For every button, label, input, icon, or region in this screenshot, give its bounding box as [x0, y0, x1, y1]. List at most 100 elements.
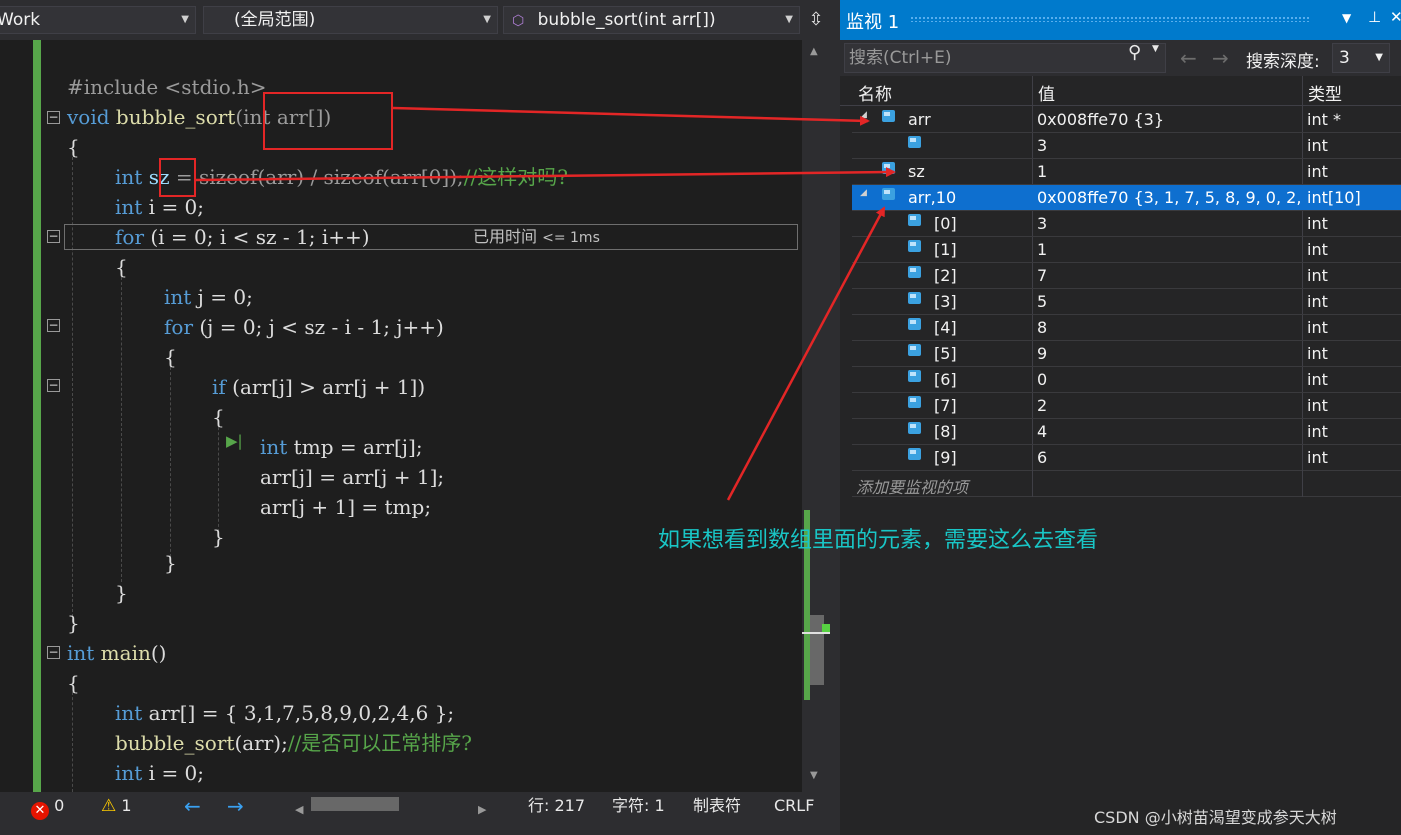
variable-icon [908, 136, 921, 148]
search-depth-dropdown[interactable]: 3 ▼ [1332, 43, 1390, 73]
collapse-triangle-icon[interactable]: ◢ [860, 188, 867, 198]
watch-panel: 监视 1 ▼ ⊥ ✕ 搜索(Ctrl+E) ⚲ ▼ ← → 搜索深度: 3 ▼ … [840, 0, 1401, 835]
watch-value[interactable]: 4 [1037, 422, 1047, 441]
search-icon[interactable]: ⚲ [1128, 42, 1141, 63]
horizontal-scrollbar-thumb[interactable] [311, 797, 399, 811]
watch-row-element[interactable]: [5] 9 int [852, 341, 1401, 367]
watch-row-arr-child[interactable]: 3 int [852, 133, 1401, 159]
code-line-brace: } [164, 551, 177, 575]
search-input[interactable]: 搜索(Ctrl+E) [844, 43, 1166, 73]
watch-row-element[interactable]: [8] 4 int [852, 419, 1401, 445]
scroll-down-icon[interactable]: ▼ [810, 770, 818, 781]
watch-value[interactable]: 7 [1037, 266, 1047, 285]
watch-row-arr[interactable]: ◢ arr 0x008ffe70 {3} int * [852, 107, 1401, 133]
watch-value[interactable]: 5 [1037, 292, 1047, 311]
watch-value[interactable]: 3 [1037, 136, 1047, 155]
watch-row-element[interactable]: [4] 8 int [852, 315, 1401, 341]
highlight-box-param [263, 92, 393, 150]
watch-value[interactable]: 2 [1037, 396, 1047, 415]
indent-mode[interactable]: 制表符 [693, 795, 741, 817]
watch-value[interactable]: 1 [1037, 240, 1047, 259]
watch-name: [9] [934, 448, 957, 467]
watch-panel-titlebar[interactable]: 监视 1 ▼ ⊥ ✕ [840, 0, 1401, 40]
search-previous-icon[interactable]: ← [1180, 46, 1197, 70]
search-depth-label: 搜索深度: [1246, 52, 1320, 72]
variable-icon [882, 188, 895, 200]
watermark: CSDN @小树苗渴望变成参天大树 [1094, 808, 1337, 827]
variable-icon [908, 292, 921, 304]
code-editor[interactable]: − − − − − #include <stdio.h> void bubble… [0, 40, 802, 792]
watch-value[interactable]: 8 [1037, 318, 1047, 337]
code-line-inner-for: for (j = 0; j < sz - i - 1; j++) [164, 315, 444, 339]
code-line-outer-for: for (i = 0; i < sz - 1; i++) [115, 225, 370, 249]
collapse-triangle-icon[interactable]: ◢ [860, 110, 867, 120]
watch-row-element[interactable]: [6] 0 int [852, 367, 1401, 393]
pin-icon[interactable]: ⊥ [1368, 8, 1381, 26]
column-divider [1032, 470, 1033, 497]
fold-toggle-icon[interactable]: − [47, 319, 60, 332]
watch-value[interactable]: 0x008ffe70 {3} [1037, 110, 1164, 129]
watch-value[interactable]: 3 [1037, 214, 1047, 233]
column-header-type[interactable]: 类型 [1308, 80, 1342, 105]
indent-guide [72, 692, 73, 792]
window-menu-icon[interactable]: ▼ [1342, 11, 1351, 25]
watch-row-element[interactable]: [3] 5 int [852, 289, 1401, 315]
search-next-icon[interactable]: → [1212, 46, 1229, 70]
editor-vertical-scrollbar[interactable]: ▲ ▼ [802, 40, 830, 792]
column-header-name[interactable]: 名称 [858, 80, 892, 105]
watch-row-element[interactable]: [1] 1 int [852, 237, 1401, 263]
drag-grip [910, 16, 1310, 22]
watch-row-arr10[interactable]: ◢ arr,10 0x008ffe70 {3, 1, 7, 5, 8, 9, 0… [852, 185, 1401, 211]
fold-toggle-icon[interactable]: − [47, 111, 60, 124]
variable-icon [908, 214, 921, 226]
watch-row-element[interactable]: [2] 7 int [852, 263, 1401, 289]
code-line-call: bubble_sort(arr);//是否可以正常排序? [115, 731, 473, 755]
navigate-forward-icon[interactable]: → [227, 795, 244, 817]
elapsed-time-perftip[interactable]: 已用时间 <= 1ms [473, 226, 600, 249]
error-count[interactable]: ✕ 0 [31, 795, 64, 820]
watch-type: int * [1307, 110, 1341, 129]
chevron-down-icon[interactable]: ▼ [1152, 44, 1159, 54]
scope-dropdown[interactable]: (全局范围) ▼ [203, 6, 498, 34]
watch-type: int [1307, 162, 1328, 181]
watch-type: int[10] [1307, 188, 1361, 207]
watch-row-element[interactable]: [0] 3 int [852, 211, 1401, 237]
watch-row-element[interactable]: [7] 2 int [852, 393, 1401, 419]
navigate-back-icon[interactable]: ← [184, 795, 201, 817]
fold-toggle-icon[interactable]: − [47, 646, 60, 659]
panel-splitter[interactable] [830, 0, 840, 835]
close-icon[interactable]: ✕ [1390, 8, 1401, 26]
scroll-right-icon[interactable]: ▶ [478, 799, 486, 821]
next-statement-icon[interactable]: ▶| [226, 432, 243, 450]
watch-value[interactable]: 0x008ffe70 {3, 1, 7, 5, 8, 9, 0, 2, ... [1037, 188, 1303, 207]
watch-value[interactable]: 0 [1037, 370, 1047, 389]
indent-guide [170, 362, 171, 562]
code-line-brace: } [212, 525, 225, 549]
watch-type: int [1307, 370, 1328, 389]
watch-type: int [1307, 318, 1328, 337]
char-position: 字符: 1 [612, 796, 665, 815]
scrollbar-caret-marker [802, 632, 830, 634]
watch-value[interactable]: 6 [1037, 448, 1047, 467]
watch-value[interactable]: 9 [1037, 344, 1047, 363]
add-watch-item-row[interactable]: 添加要监视的项 [852, 470, 1401, 497]
code-line-i-init: int i = 0; [115, 761, 205, 785]
line-number: 行: 217 [528, 796, 586, 815]
function-dropdown[interactable]: ⬡ bubble_sort(int arr[]) ▼ [503, 6, 800, 34]
watch-panel-title: 监视 1 [846, 12, 900, 33]
fold-toggle-icon[interactable]: − [47, 230, 60, 243]
watch-row-sz[interactable]: sz 1 int [852, 159, 1401, 185]
code-line-swap-1: arr[j] = arr[j + 1]; [260, 465, 445, 489]
column-header-value[interactable]: 值 [1038, 80, 1055, 105]
scroll-up-icon[interactable]: ▲ [810, 46, 818, 57]
scroll-left-icon[interactable]: ◀ [295, 799, 303, 821]
warning-count[interactable]: ⚠ 1 [101, 795, 132, 817]
fold-toggle-icon[interactable]: − [47, 379, 60, 392]
watch-value[interactable]: 1 [1037, 162, 1047, 181]
split-editor-icon[interactable]: ⇳ [803, 8, 829, 34]
function-icon: ⬡ [512, 13, 525, 29]
project-dropdown[interactable]: Work ▼ [0, 6, 196, 34]
line-ending[interactable]: CRLF [774, 795, 814, 817]
watch-row-element[interactable]: [9] 6 int [852, 445, 1401, 471]
watch-name: [4] [934, 318, 957, 337]
